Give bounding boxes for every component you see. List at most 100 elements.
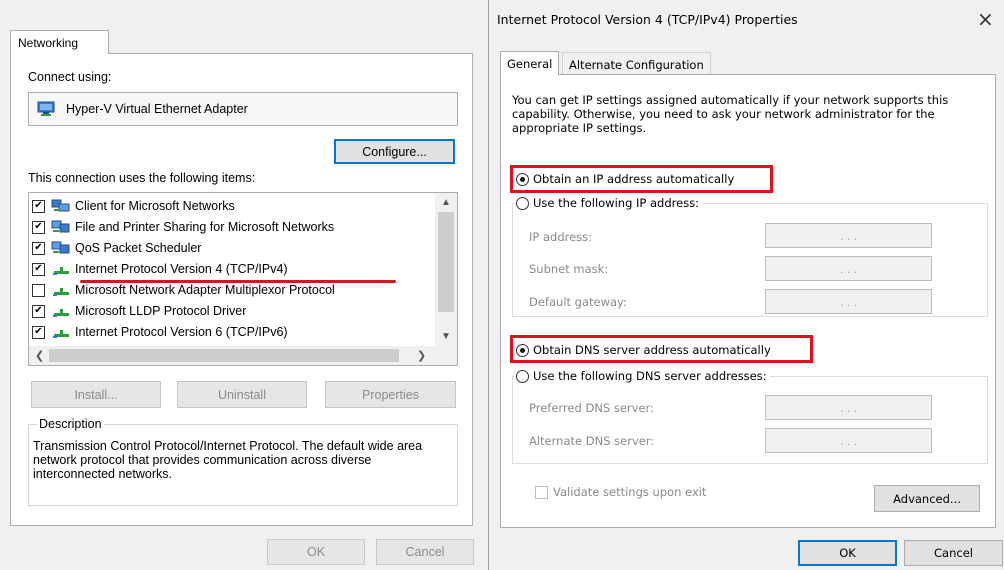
properties-button[interactable]: Properties: [325, 381, 456, 408]
list-item[interactable]: Internet Protocol Version 6 (TCP/IPv6): [32, 322, 288, 342]
obtain-ip-highlight-box: [510, 165, 773, 193]
protocol-icon: [51, 325, 71, 339]
checkbox-checked-icon[interactable]: [32, 262, 45, 276]
use-following-dns-label: Use the following DNS server addresses:: [533, 369, 767, 383]
default-gateway-label: Default gateway:: [529, 295, 627, 309]
description-text: Transmission Control Protocol/Internet P…: [33, 439, 423, 481]
radio-unselected-icon: [516, 196, 529, 210]
manual-ip-group: Use the following IP address: IP address…: [512, 196, 988, 317]
use-following-dns-radio[interactable]: Use the following DNS server addresses:: [516, 369, 770, 383]
list-item-label: QoS Packet Scheduler: [75, 241, 202, 255]
default-gateway-dots: . . .: [840, 294, 857, 309]
checkbox-unchecked-icon[interactable]: [32, 283, 45, 297]
ok-button-label: OK: [839, 546, 856, 560]
uninstall-button-label: Uninstall: [218, 387, 266, 402]
horizontal-scroll-thumb[interactable]: [49, 349, 399, 362]
alternate-dns-dots: . . .: [840, 433, 857, 448]
cancel-button[interactable]: Cancel: [904, 540, 1003, 566]
scroll-down-icon[interactable]: ▼: [441, 331, 451, 342]
install-button[interactable]: Install...: [31, 381, 161, 408]
ipv4-properties-dialog: Internet Protocol Version 4 (TCP/IPv4) P…: [488, 0, 1004, 570]
use-following-ip-label: Use the following IP address:: [533, 196, 700, 210]
manual-dns-group: Use the following DNS server addresses: …: [512, 369, 988, 464]
items-label: This connection uses the following items…: [28, 171, 256, 185]
tab-alternate-configuration-label: Alternate Configuration: [569, 58, 704, 72]
networking-panel: Connect using: Hyper-V Virtual Ethernet …: [10, 53, 473, 526]
list-item[interactable]: Microsoft Network Adapter Multiplexor Pr…: [32, 280, 335, 300]
subnet-mask-label: Subnet mask:: [529, 262, 609, 276]
scroll-right-icon[interactable]: ❯: [417, 349, 426, 362]
adapter-field: Hyper-V Virtual Ethernet Adapter: [28, 92, 458, 126]
uninstall-button[interactable]: Uninstall: [177, 381, 307, 408]
tab-general[interactable]: General: [500, 51, 560, 75]
components-list[interactable]: Client for Microsoft Networks File and Pr…: [28, 192, 458, 366]
subnet-mask-input[interactable]: . . .: [765, 256, 932, 281]
preferred-dns-input[interactable]: . . .: [765, 395, 932, 420]
intro-text: You can get IP settings assigned automat…: [512, 93, 949, 135]
properties-button-label: Properties: [362, 387, 419, 402]
ipv4-underline-highlight: [80, 280, 396, 283]
radio-unselected-icon: [516, 369, 529, 383]
subnet-mask-dots: . . .: [840, 261, 857, 276]
network-adapter-properties-dialog: Networking Connect using: Hyper-V Virtua…: [0, 0, 484, 570]
obtain-dns-highlight-box: [510, 335, 813, 363]
checkbox-checked-icon[interactable]: [32, 304, 45, 318]
network-service-icon: [51, 220, 71, 234]
list-item-label: Internet Protocol Version 6 (TCP/IPv6): [75, 325, 288, 339]
checkbox-checked-icon[interactable]: [32, 220, 45, 234]
list-item[interactable]: Client for Microsoft Networks: [32, 196, 235, 216]
advanced-button-label: Advanced...: [893, 491, 961, 506]
configure-button-label: Configure...: [362, 144, 427, 159]
tab-alternate-configuration[interactable]: Alternate Configuration: [562, 52, 711, 74]
close-icon[interactable]: ×: [977, 9, 994, 29]
default-gateway-input[interactable]: . . .: [765, 289, 932, 314]
network-service-icon: [51, 241, 71, 255]
checkbox-checked-icon[interactable]: [32, 325, 45, 339]
validate-settings-checkbox[interactable]: Validate settings upon exit: [535, 485, 706, 499]
left-cancel-button-label: Cancel: [405, 545, 445, 559]
checkbox-unchecked-icon: [535, 485, 548, 499]
list-item-label: File and Printer Sharing for Microsoft N…: [75, 220, 335, 234]
list-item[interactable]: Internet Protocol Version 4 (TCP/IPv4): [32, 259, 288, 279]
horizontal-scrollbar[interactable]: ❮ ❯: [29, 346, 457, 365]
preferred-dns-dots: . . .: [840, 400, 857, 415]
validate-settings-label: Validate settings upon exit: [553, 485, 707, 499]
advanced-button[interactable]: Advanced...: [874, 485, 980, 512]
tab-general-label: General: [507, 57, 553, 71]
dialog-title: Internet Protocol Version 4 (TCP/IPv4) P…: [497, 12, 798, 27]
adapter-name: Hyper-V Virtual Ethernet Adapter: [66, 102, 248, 116]
list-item[interactable]: File and Printer Sharing for Microsoft N…: [32, 217, 334, 237]
left-ok-button[interactable]: OK: [267, 539, 365, 565]
list-item-label: Client for Microsoft Networks: [75, 199, 235, 213]
network-client-icon: [51, 199, 71, 213]
vertical-scrollbar[interactable]: ▲ ▼: [435, 193, 457, 346]
protocol-icon: [51, 283, 71, 297]
scroll-up-icon[interactable]: ▲: [441, 197, 451, 208]
use-following-ip-radio[interactable]: Use the following IP address:: [516, 196, 703, 210]
tab-networking[interactable]: Networking: [10, 30, 109, 54]
ip-address-input[interactable]: . . .: [765, 223, 932, 248]
checkbox-checked-icon[interactable]: [32, 241, 45, 255]
protocol-icon: [51, 262, 71, 276]
scroll-left-icon[interactable]: ❮: [35, 349, 44, 362]
list-item-label: Microsoft Network Adapter Multiplexor Pr…: [75, 283, 335, 297]
ok-button[interactable]: OK: [798, 540, 897, 566]
connect-using-label: Connect using:: [28, 70, 112, 84]
list-item[interactable]: Microsoft LLDP Protocol Driver: [32, 301, 246, 321]
vertical-scroll-thumb[interactable]: [438, 212, 454, 312]
cancel-button-label: Cancel: [934, 546, 973, 560]
general-panel: You can get IP settings assigned automat…: [500, 74, 996, 528]
network-adapter-icon: [37, 101, 55, 116]
alternate-dns-label: Alternate DNS server:: [529, 434, 655, 448]
list-item-label: Internet Protocol Version 4 (TCP/IPv4): [75, 262, 288, 276]
left-cancel-button[interactable]: Cancel: [376, 539, 474, 565]
list-item[interactable]: QoS Packet Scheduler: [32, 238, 201, 258]
description-group: Description Transmission Control Protoco…: [28, 417, 458, 506]
description-label: Description: [37, 417, 104, 431]
configure-button[interactable]: Configure...: [334, 139, 455, 164]
alternate-dns-input[interactable]: . . .: [765, 428, 932, 453]
ip-address-dots: . . .: [840, 228, 857, 243]
install-button-label: Install...: [74, 387, 118, 402]
tab-networking-label: Networking: [18, 36, 79, 50]
checkbox-checked-icon[interactable]: [32, 199, 45, 213]
